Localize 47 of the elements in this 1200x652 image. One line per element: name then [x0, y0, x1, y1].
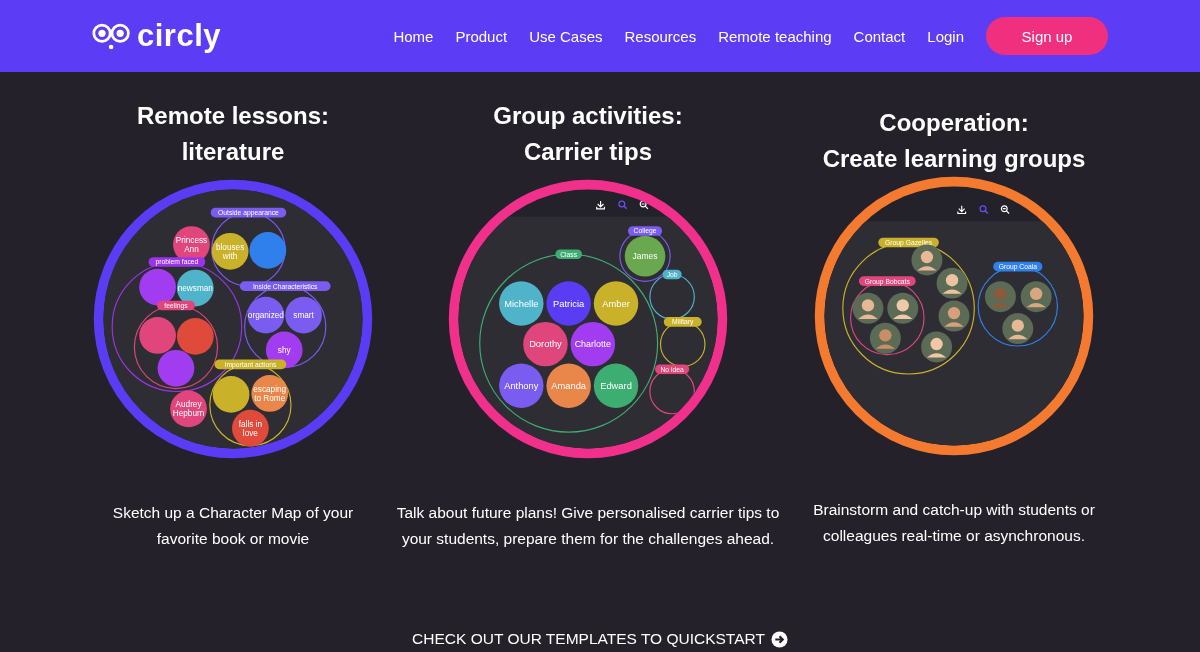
avatar[interactable] — [869, 322, 901, 354]
avatar[interactable] — [852, 292, 884, 324]
logo-icon — [92, 21, 132, 51]
bubble[interactable]: Amanda — [546, 363, 591, 408]
nav-link[interactable]: Contact — [853, 27, 906, 45]
bubble[interactable] — [139, 317, 176, 354]
nav-link[interactable]: Home — [393, 27, 434, 45]
bubble[interactable] — [212, 376, 250, 413]
card-description: Sketch up a Character Map of your favorite book or movie — [111, 503, 355, 549]
search-icon[interactable] — [979, 205, 989, 215]
nav-link[interactable]: Login — [927, 27, 964, 45]
bubble[interactable] — [176, 318, 214, 355]
avatar[interactable] — [1020, 281, 1052, 313]
bubble[interactable]: Dorothy — [523, 321, 568, 367]
card-description: Talk about future plans! Give personalised carrier tips to your students, prepare them for the challenges ahead. — [395, 503, 781, 549]
avatar[interactable] — [938, 300, 970, 332]
bubble[interactable]: Amber — [593, 281, 639, 326]
zoom-out-icon[interactable] — [1000, 205, 1010, 215]
bubble[interactable] — [249, 232, 287, 269]
download-icon[interactable] — [957, 205, 967, 215]
bubble[interactable]: Edward — [593, 363, 639, 408]
signup-button[interactable]: Sign up — [986, 17, 1108, 55]
bubble[interactable]: Charlotte — [570, 321, 616, 367]
avatar[interactable] — [1002, 313, 1034, 345]
avatar[interactable] — [911, 244, 943, 276]
brand-name[interactable]: circly — [137, 18, 221, 54]
avatar[interactable] — [921, 331, 953, 363]
bubble[interactable]: Anthony — [499, 363, 544, 408]
card-title: Group activities: Carrier tips — [493, 101, 683, 167]
card-description: Brainstorm and catch-up with students or colleagues real-time or asynchronous. — [812, 500, 1096, 546]
bubble[interactable]: Michelle — [499, 281, 544, 326]
search-icon[interactable] — [618, 200, 628, 210]
avatar[interactable] — [936, 267, 968, 299]
bubble[interactable]: Patricia — [546, 281, 591, 326]
arrow-right-icon[interactable] — [770, 630, 788, 648]
download-icon[interactable] — [596, 200, 605, 210]
card-title: Remote lessons: literature — [136, 101, 330, 167]
nav-link[interactable]: Product — [455, 27, 508, 45]
card-title: Cooperation: Create learning groups — [822, 108, 1086, 174]
avatar[interactable] — [887, 292, 919, 324]
bubble[interactable] — [157, 349, 195, 387]
zoom-out-icon[interactable] — [639, 200, 649, 210]
bubble[interactable]: James — [624, 235, 666, 277]
nav-link[interactable]: Remote teaching — [718, 27, 832, 45]
nav-link[interactable]: Use Cases — [529, 27, 603, 45]
nav-link[interactable]: Resources — [624, 27, 697, 45]
templates-link[interactable]: CHECK OUT OUR TEMPLATES TO QUICKSTART — [412, 630, 765, 648]
